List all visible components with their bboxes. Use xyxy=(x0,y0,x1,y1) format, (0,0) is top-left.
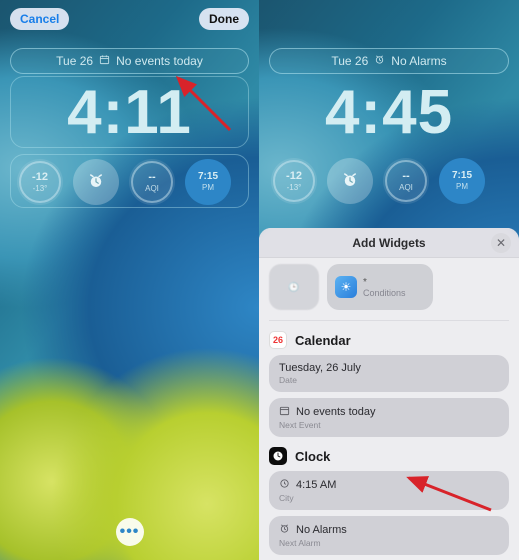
aqi-label: AQI xyxy=(399,184,413,192)
clock-city-line: 4:15 AM xyxy=(296,479,336,491)
section-header: 26 Calendar xyxy=(269,331,509,349)
clock-section: Clock 4:15 AM City xyxy=(269,447,509,555)
calendar-date-sub: Date xyxy=(279,375,499,385)
calendar-app-icon: 26 xyxy=(269,331,287,349)
suggestion-label: Conditions xyxy=(363,288,406,298)
calendar-date-line: Tuesday, 26 July xyxy=(279,362,361,374)
sheet-header: Add Widgets ✕ xyxy=(259,228,519,258)
world-clock-widget: 7:15 PM xyxy=(439,158,485,204)
calendar-date-widget[interactable]: Tuesday, 26 July Date xyxy=(269,355,509,392)
suggestion-asterisk: * xyxy=(363,277,406,288)
status-text: No events today xyxy=(116,54,203,68)
ellipsis-icon: ••• xyxy=(120,523,140,541)
sheet-body[interactable]: 🕒 ☀︎ * Conditions 26 Calendar Tuesday xyxy=(259,258,519,560)
alarm-icon xyxy=(87,172,105,193)
aqi-label: AQI xyxy=(145,185,159,193)
lock-clock: 4:45 xyxy=(269,76,509,148)
world-time: 7:15 xyxy=(452,171,472,181)
done-button[interactable]: Done xyxy=(199,8,249,30)
clock-app-icon xyxy=(269,447,287,465)
weather-icon: ☀︎ xyxy=(335,276,357,298)
calendar-section: 26 Calendar Tuesday, 26 July Date No eve… xyxy=(269,331,509,437)
top-widget-bar[interactable]: Tue 26 No events today xyxy=(10,48,249,74)
status-text: No Alarms xyxy=(391,54,446,68)
alarm-widget xyxy=(327,158,373,204)
weather-widget: -12 -13° xyxy=(271,158,317,204)
weather-sub: -13° xyxy=(287,184,302,192)
calendar-event-line: No events today xyxy=(296,406,376,418)
suggestion-widget[interactable]: 🕒 xyxy=(269,264,319,310)
suggestions-row: 🕒 ☀︎ * Conditions xyxy=(269,258,509,321)
clock-city-widget[interactable]: 4:15 AM City xyxy=(269,471,509,510)
alarm-icon xyxy=(279,523,290,537)
world-time: 7:15 xyxy=(198,172,218,182)
calendar-icon xyxy=(99,54,110,68)
widgets-row[interactable]: -12 -13° -- AQI 7:15 PM xyxy=(10,154,249,208)
calendar-event-sub: Next Event xyxy=(279,420,499,430)
cancel-button[interactable]: Cancel xyxy=(10,8,69,30)
clock-alarm-widget[interactable]: No Alarms Next Alarm xyxy=(269,516,509,555)
clock-icon: 🕒 xyxy=(288,282,299,293)
status-date: Tue 26 xyxy=(331,54,368,68)
sheet-title: Add Widgets xyxy=(352,236,425,250)
close-button[interactable]: ✕ xyxy=(491,233,511,253)
clock-icon xyxy=(279,478,290,492)
close-icon: ✕ xyxy=(496,236,506,250)
calendar-icon xyxy=(279,405,290,419)
lock-clock[interactable]: 4:11 xyxy=(10,76,249,148)
calendar-event-widget[interactable]: No events today Next Event xyxy=(269,398,509,437)
widgets-row: -12 -13° -- AQI 7:15 PM xyxy=(269,154,509,208)
top-widget-bar: Tue 26 No Alarms xyxy=(269,48,509,74)
aqi-widget: -- AQI xyxy=(383,158,429,204)
alarm-icon xyxy=(341,171,359,192)
weather-sub: -13° xyxy=(33,185,48,193)
alarm-icon xyxy=(374,54,385,68)
world-clock-widget[interactable]: 7:15 PM xyxy=(185,159,231,205)
add-widgets-sheet: Add Widgets ✕ 🕒 ☀︎ * Conditions xyxy=(259,228,519,560)
suggestion-weather-widget[interactable]: ☀︎ * Conditions xyxy=(327,264,433,310)
more-button[interactable]: ••• xyxy=(116,518,144,546)
status-date: Tue 26 xyxy=(56,54,93,68)
section-title: Calendar xyxy=(295,333,351,348)
editor-topbar: Cancel Done xyxy=(0,8,259,30)
clock-alarm-line: No Alarms xyxy=(296,524,347,536)
alarm-widget[interactable] xyxy=(73,159,119,205)
world-label: PM xyxy=(202,184,214,192)
section-title: Clock xyxy=(295,449,330,464)
clock-city-sub: City xyxy=(279,493,499,503)
aqi-widget[interactable]: -- AQI xyxy=(129,159,175,205)
weather-widget[interactable]: -12 -13° xyxy=(17,159,63,205)
section-header: Clock xyxy=(269,447,509,465)
world-label: PM xyxy=(456,183,468,191)
clock-alarm-sub: Next Alarm xyxy=(279,538,499,548)
